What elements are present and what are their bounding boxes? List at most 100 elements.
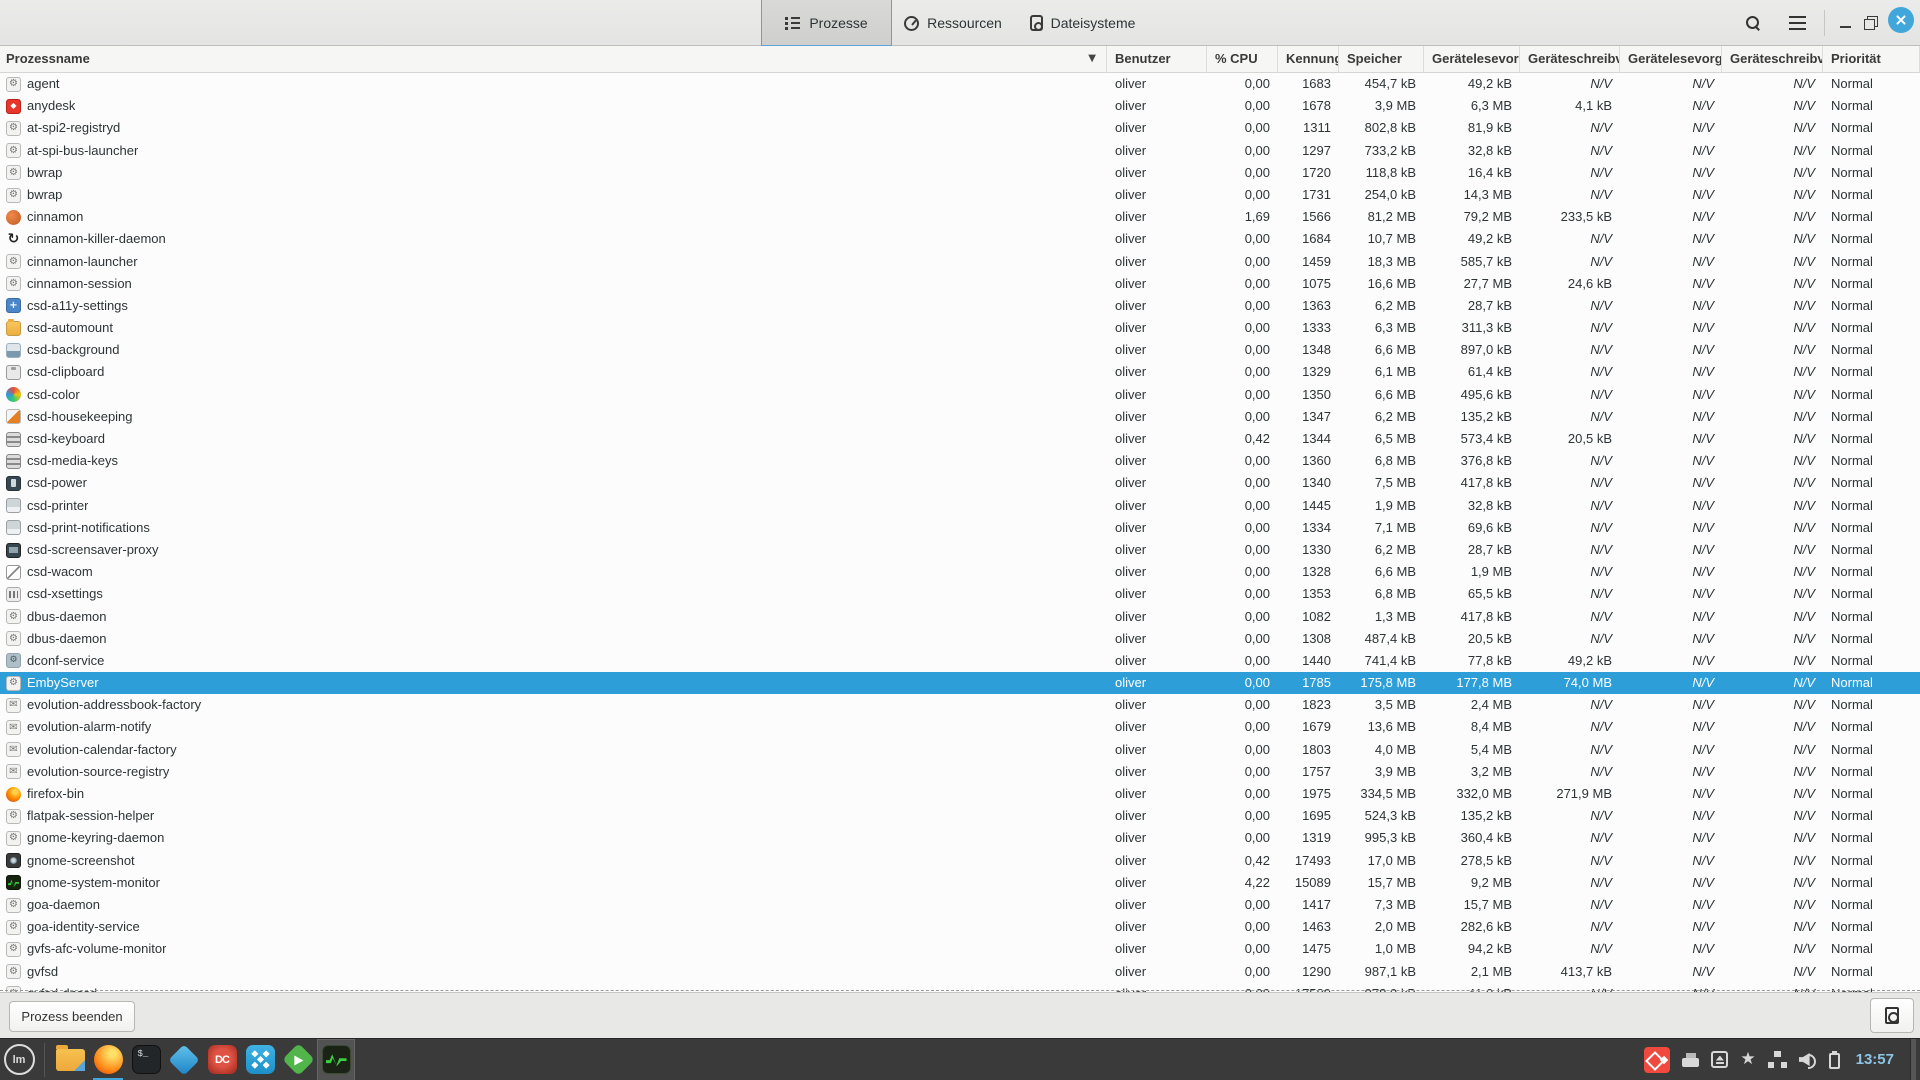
maximize-button[interactable] (1855, 7, 1887, 39)
tray-network[interactable] (1768, 1039, 1787, 1080)
process-row[interactable]: csd-automountoliver0,0013336,3 MB311,3 k… (0, 317, 1920, 339)
cell-memory: 334,5 MB (1339, 783, 1424, 805)
menu-button[interactable] (1781, 7, 1813, 39)
cell-pid: 1344 (1278, 428, 1339, 450)
process-row[interactable]: csd-housekeepingoliver0,0013476,2 MB135,… (0, 406, 1920, 428)
show-desktop-button[interactable] (1910, 1039, 1916, 1080)
taskbar-mint-menu[interactable]: lm (0, 1039, 38, 1080)
process-name-cell: agent (0, 73, 1107, 95)
cell-dev_read: N/V (1620, 850, 1722, 872)
end-process-button[interactable]: Prozess beenden (9, 1001, 135, 1032)
tray-volume[interactable] (1799, 1039, 1817, 1080)
cell-dev_read: N/V (1620, 162, 1722, 184)
cell-cpu: 0,42 (1207, 850, 1278, 872)
process-row[interactable]: evolution-alarm-notifyoliver0,00167913,6… (0, 716, 1920, 738)
process-row[interactable]: cinnamon-launcheroliver0,00145918,3 MB58… (0, 251, 1920, 273)
process-row[interactable]: dbus-daemonoliver0,001308487,4 kB20,5 kB… (0, 628, 1920, 650)
process-row[interactable]: dconf-serviceoliver0,001440741,4 kB77,8 … (0, 650, 1920, 672)
process-row[interactable]: csd-poweroliver0,0013407,5 MB417,8 kBN/V… (0, 472, 1920, 494)
column-header-priority[interactable]: Priorität (1823, 46, 1920, 73)
process-row[interactable]: firefox-binoliver0,001975334,5 MB332,0 M… (0, 783, 1920, 805)
column-header-dev_write_total-6[interactable]: Geräteschreibv (1520, 46, 1620, 73)
process-row[interactable]: cinnamonoliver1,69156681,2 MB79,2 MB233,… (0, 206, 1920, 228)
cell-dev_write_total: 233,5 kB (1520, 206, 1620, 228)
process-row[interactable]: EmbyServeroliver0,001785175,8 MB177,8 MB… (0, 672, 1920, 694)
process-row[interactable]: anydeskoliver0,0016783,9 MB6,3 MB4,1 kBN… (0, 95, 1920, 117)
process-row[interactable]: csd-screensaver-proxyoliver0,0013306,2 M… (0, 539, 1920, 561)
process-row[interactable]: csd-coloroliver0,0013506,6 MB495,6 kBN/V… (0, 384, 1920, 406)
process-row[interactable]: bwrapoliver0,001720118,8 kB16,4 kBN/VN/V… (0, 162, 1920, 184)
close-button[interactable] (1888, 7, 1914, 33)
process-row[interactable]: csd-backgroundoliver0,0013486,6 MB897,0 … (0, 339, 1920, 361)
tray-favorites-star[interactable] (1740, 1039, 1755, 1080)
cell-dev_read_total: 8,4 MB (1424, 716, 1520, 738)
process-name: flatpak-session-helper (27, 805, 154, 827)
taskbar-emby[interactable] (279, 1039, 317, 1080)
tray-anydesk[interactable] (1644, 1039, 1670, 1080)
taskbar-files[interactable] (51, 1039, 89, 1080)
cell-priority: Normal (1823, 228, 1920, 250)
cell-priority: Normal (1823, 384, 1920, 406)
process-row[interactable]: bwrapoliver0,001731254,0 kB14,3 MBN/VN/V… (0, 184, 1920, 206)
process-row[interactable]: evolution-calendar-factoryoliver0,001803… (0, 739, 1920, 761)
tab-dateisysteme[interactable]: Dateisysteme (1014, 0, 1151, 46)
process-row[interactable]: dbus-daemonoliver0,0010821,3 MB417,8 kBN… (0, 606, 1920, 628)
process-row[interactable]: evolution-addressbook-factoryoliver0,001… (0, 694, 1920, 716)
column-header-memory[interactable]: Speicher (1339, 46, 1424, 73)
taskbar-system-monitor[interactable] (317, 1039, 355, 1080)
process-row[interactable]: gvfsd-dnssdoliver0,0017589978,9 kB41,0 k… (0, 983, 1920, 992)
process-row[interactable]: csd-wacomoliver0,0013286,6 MB1,9 MBN/VN/… (0, 561, 1920, 583)
cell-dev_read: N/V (1620, 583, 1722, 605)
process-name: evolution-source-registry (27, 761, 169, 783)
process-row[interactable]: csd-print-notificationsoliver0,0013347,1… (0, 517, 1920, 539)
process-row[interactable]: csd-printeroliver0,0014451,9 MB32,8 kBN/… (0, 495, 1920, 517)
process-row[interactable]: csd-clipboardoliver0,0013296,1 MB61,4 kB… (0, 361, 1920, 383)
search-button[interactable] (1737, 7, 1769, 39)
process-row[interactable]: goa-daemonoliver0,0014177,3 MB15,7 MBN/V… (0, 894, 1920, 916)
taskbar-blue-media-app[interactable] (241, 1039, 279, 1080)
cell-dev_write: N/V (1722, 606, 1823, 628)
column-header-dev_write-8[interactable]: Geräteschreibv (1722, 46, 1823, 73)
tray-battery[interactable] (1829, 1039, 1840, 1080)
taskbar-firefox[interactable] (89, 1039, 127, 1080)
process-row[interactable]: csd-a11y-settingsoliver0,0013636,2 MB28,… (0, 295, 1920, 317)
process-name-cell: csd-keyboard (0, 428, 1107, 450)
taskbar-kodi[interactable] (165, 1039, 203, 1080)
process-row[interactable]: csd-xsettingsoliver0,0013536,8 MB65,5 kB… (0, 583, 1920, 605)
process-row[interactable]: gvfs-afc-volume-monitoroliver0,0014751,0… (0, 938, 1920, 960)
cell-dev_write_total: 74,0 MB (1520, 672, 1620, 694)
process-row[interactable]: gnome-screenshotoliver0,421749317,0 MB27… (0, 850, 1920, 872)
inspect-button[interactable] (1870, 998, 1914, 1033)
process-row[interactable]: csd-keyboardoliver0,4213446,5 MB573,4 kB… (0, 428, 1920, 450)
process-row[interactable]: gvfsdoliver0,001290987,1 kB2,1 MB413,7 k… (0, 961, 1920, 983)
tab-prozesse[interactable]: Prozesse (761, 0, 892, 46)
process-row[interactable]: csd-media-keysoliver0,0013606,8 MB376,8 … (0, 450, 1920, 472)
column-header-dev_read_total-5[interactable]: Gerätelesevorg (1424, 46, 1520, 73)
cell-dev_write: N/V (1722, 117, 1823, 139)
column-header-name[interactable]: Prozessname (0, 46, 1107, 73)
process-row[interactable]: gnome-keyring-daemonoliver0,001319995,3 … (0, 827, 1920, 849)
taskbar-terminal[interactable]: $_ (127, 1039, 165, 1080)
cell-dev_read_total: 32,8 kB (1424, 140, 1520, 162)
process-row[interactable]: evolution-source-registryoliver0,0017573… (0, 761, 1920, 783)
process-row[interactable]: cinnamon-sessionoliver0,00107516,6 MB27,… (0, 273, 1920, 295)
process-row[interactable]: cinnamon-killer-daemonoliver0,00168410,7… (0, 228, 1920, 250)
cell-dev_write: N/V (1722, 805, 1823, 827)
column-header-pid[interactable]: Kennung (1278, 46, 1339, 73)
process-row[interactable]: goa-identity-serviceoliver0,0014632,0 MB… (0, 916, 1920, 938)
column-header-dev_read-7[interactable]: Gerätelesevorg (1620, 46, 1722, 73)
process-row[interactable]: agentoliver0,001683454,7 kB49,2 kBN/VN/V… (0, 73, 1920, 95)
close-icon (1895, 14, 1907, 26)
process-row[interactable]: at-spi-bus-launcheroliver0,001297733,2 k… (0, 140, 1920, 162)
clock[interactable]: 13:57 (1852, 1051, 1898, 1068)
tab-ressourcen[interactable]: Ressourcen (892, 0, 1014, 46)
process-row[interactable]: at-spi2-registrydoliver0,001311802,8 kB8… (0, 117, 1920, 139)
process-row[interactable]: gnome-system-monitoroliver4,221508915,7 … (0, 872, 1920, 894)
column-header-cpu[interactable]: % CPU (1207, 46, 1278, 73)
cell-cpu: 0,00 (1207, 95, 1278, 117)
taskbar-double-commander[interactable]: DC (203, 1039, 241, 1080)
process-row[interactable]: flatpak-session-helperoliver0,001695524,… (0, 805, 1920, 827)
tray-printer[interactable] (1682, 1039, 1699, 1080)
column-header-user[interactable]: Benutzer (1107, 46, 1207, 73)
tray-removable-media[interactable] (1711, 1039, 1728, 1080)
